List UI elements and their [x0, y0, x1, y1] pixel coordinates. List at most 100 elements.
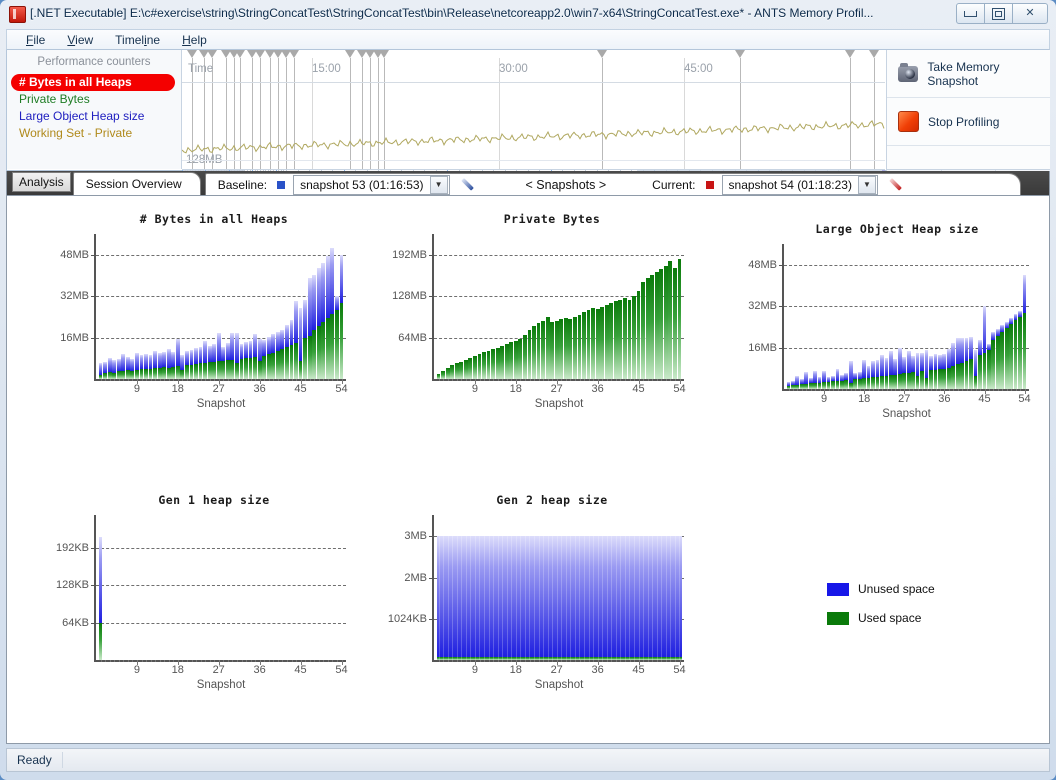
chart-bar-used: [600, 306, 605, 379]
snapshot-marker[interactable]: [597, 50, 607, 58]
close-button[interactable]: ✕: [1012, 3, 1048, 24]
analysis-menu-button[interactable]: Analysis: [12, 172, 71, 192]
chart-xtick-mark: [227, 379, 229, 381]
chart-xtick-mark: [674, 660, 676, 662]
take-memory-snapshot-button[interactable]: Take Memory Snapshot: [887, 50, 1050, 98]
chart-xtick-mark: [205, 379, 207, 381]
chart-xtick-mark: [318, 660, 320, 662]
chart-bar: [964, 337, 969, 389]
chart-xtick-mark: [461, 660, 463, 662]
chart-xtick-mark: [579, 379, 581, 381]
chart-bar-unused: [116, 359, 121, 372]
chart-bar: [203, 340, 207, 379]
snapshot-marker[interactable]: [289, 50, 299, 58]
chart-bar-used: [929, 370, 933, 389]
chart-bar-separator: [456, 536, 458, 660]
chart-xtick-mark: [980, 389, 981, 391]
chart-bar-used: [135, 369, 139, 379]
chart-bar-used: [509, 342, 514, 379]
maximize-button[interactable]: [984, 3, 1013, 24]
chart-bar-unused: [148, 354, 153, 370]
chart-xtick-mark: [118, 660, 120, 662]
chart-xaxis-label: Snapshot: [882, 408, 931, 420]
chart-bar-used: [225, 360, 230, 379]
snapshot-marker[interactable]: [207, 50, 217, 58]
chart-bar: [554, 320, 559, 379]
chart-bar-used: [840, 380, 844, 389]
counter-large-object-heap-size[interactable]: Large Object Heap size: [7, 108, 181, 125]
chevron-down-icon-current[interactable]: ▼: [857, 175, 876, 194]
stop-profiling-button[interactable]: Stop Profiling: [887, 98, 1050, 146]
chart-bar-separator: [461, 536, 463, 660]
counter-bytes-in-all-heaps[interactable]: # Bytes in all Heaps: [11, 74, 175, 91]
counter-private-bytes[interactable]: Private Bytes: [7, 91, 181, 108]
snapshot-marker[interactable]: [187, 50, 197, 58]
chart-xtick-mark: [479, 379, 481, 381]
chart-xtick-mark: [606, 379, 608, 381]
chart-ytick-label: 1024KB: [387, 612, 427, 625]
chart-bar: [645, 278, 650, 379]
chart-plot-area: 16MB 32MB 48MB 9 18 27 36 45 54 Snapshot: [748, 244, 1031, 420]
chart-bar: [198, 347, 203, 379]
menu-item-help[interactable]: Help: [171, 31, 218, 49]
snapshot-marker[interactable]: [735, 50, 745, 58]
chart-xtick-mark: [493, 379, 495, 381]
chart-legend: Unused space Used space: [827, 578, 935, 636]
snapshot-marker[interactable]: [869, 50, 879, 58]
chart-xtick-mark: [788, 389, 790, 391]
chart-gridline: [96, 622, 346, 624]
chart-xtick-mark: [935, 389, 937, 391]
snapshot-marker[interactable]: [235, 50, 245, 58]
current-dropdown[interactable]: snapshot 54 (01:18:23) ▼: [721, 174, 878, 195]
timeline-graph[interactable]: Time 15:00 30:00 45:00 128MB: [182, 50, 885, 169]
chart-bar-separator: [597, 536, 599, 660]
chart-xtick-mark: [797, 389, 799, 391]
chart-xtick-mark: [895, 389, 897, 391]
chart-xtick-mark: [246, 379, 247, 381]
menu-item-file[interactable]: File: [15, 31, 56, 49]
chart-bar-used: [955, 364, 960, 389]
chart-bar-used: [623, 298, 627, 379]
counter-working-set-private[interactable]: Working Set - Private: [7, 125, 181, 142]
chart-xtick-mark: [584, 379, 585, 381]
chart-xtick-mark: [971, 389, 973, 391]
baseline-dropdown[interactable]: snapshot 53 (01:16:53) ▼: [293, 174, 450, 195]
chart-bar-separator: [547, 536, 549, 660]
chart-xtick-mark: [588, 660, 590, 662]
chart-xtick-mark: [957, 389, 959, 391]
snapshot-marker[interactable]: [345, 50, 355, 58]
chart-bar-used: [335, 310, 339, 379]
chart-bar: [668, 261, 673, 379]
chart-bar-unused: [112, 359, 117, 373]
chart-bar-separator: [643, 536, 645, 660]
chart-bar-used: [235, 363, 239, 379]
chart-bar: [982, 305, 987, 389]
snapshot-marker[interactable]: [845, 50, 855, 58]
chart-bar: [473, 355, 477, 379]
chevron-down-icon[interactable]: ▼: [429, 175, 448, 194]
baseline-edit-pencil-icon[interactable]: [460, 176, 480, 194]
chart-bar: [613, 301, 618, 379]
chart-bar-unused: [933, 354, 938, 370]
snapshot-marker[interactable]: [379, 50, 389, 58]
menu-item-view[interactable]: View: [56, 31, 104, 49]
current-edit-pencil-icon[interactable]: [889, 176, 908, 194]
tab-session-overview[interactable]: Session Overview: [72, 172, 201, 195]
chart-bar: [536, 323, 541, 379]
snapshots-nav-label[interactable]: < Snapshots >: [526, 178, 607, 192]
chart-xtick-mark: [314, 379, 316, 381]
chart-bar-used: [911, 372, 916, 389]
snapshot-marker[interactable]: [255, 50, 265, 58]
chart-bar: [951, 343, 956, 389]
chart-xtick-mark: [336, 379, 338, 381]
menu-item-timeline[interactable]: Timeline: [104, 31, 171, 49]
chart-bar: [500, 346, 505, 379]
chart-bar: [116, 359, 121, 379]
chart-bar: [915, 352, 920, 389]
chart-xtick-label: 45: [632, 383, 645, 395]
chart-bar-used: [325, 318, 330, 379]
chart-bar-used: [244, 358, 248, 379]
minimize-button[interactable]: [956, 3, 985, 24]
chart-bar: [257, 338, 262, 379]
menu-bar: File View Timeline Help: [6, 29, 1050, 50]
